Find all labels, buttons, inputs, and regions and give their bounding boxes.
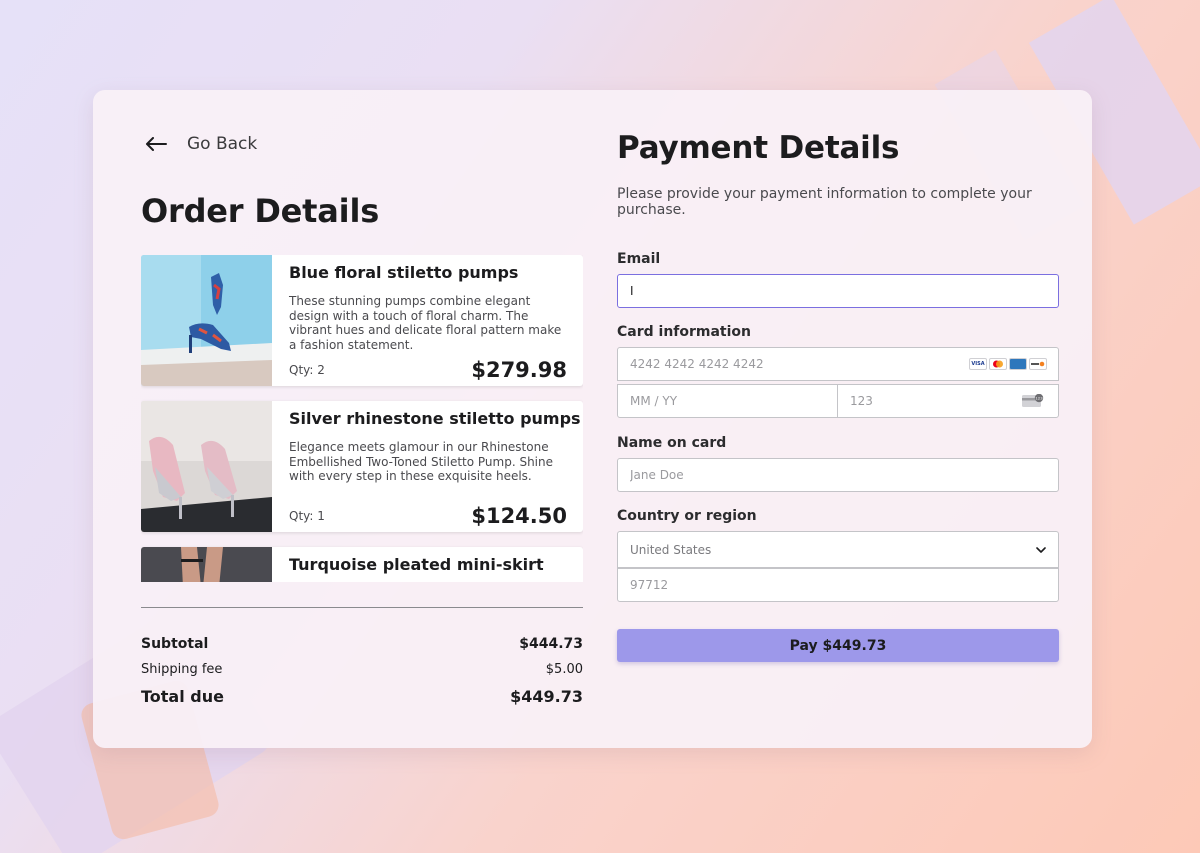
- go-back-button[interactable]: Go Back: [145, 134, 257, 154]
- item-quantity: Qty: 2: [289, 363, 325, 377]
- country-label: Country or region: [617, 508, 757, 524]
- name-on-card-input[interactable]: [617, 458, 1059, 492]
- item-name: Silver rhinestone stiletto pumps: [289, 409, 581, 428]
- order-item: Turquoise pleated mini-skirt: [141, 547, 583, 582]
- order-items-list[interactable]: Blue floral stiletto pumps These stunnin…: [141, 255, 583, 582]
- discover-icon: [1029, 358, 1047, 370]
- country-select[interactable]: United States: [617, 531, 1059, 568]
- shipping-label: Shipping fee: [141, 662, 223, 677]
- payment-details-title: Payment Details: [617, 130, 900, 166]
- subtotal-label: Subtotal: [141, 636, 209, 652]
- chevron-down-icon: [1036, 546, 1046, 553]
- card-brand-icons: VISA: [969, 358, 1047, 370]
- email-label: Email: [617, 251, 661, 267]
- item-price: $279.98: [471, 358, 567, 382]
- shipping-row: Shipping fee $5.00: [141, 662, 583, 677]
- item-price: $124.50: [471, 504, 567, 528]
- summary-divider: [141, 607, 583, 608]
- subtotal-row: Subtotal $444.73: [141, 636, 583, 652]
- checkout-card: Go Back Order Details Blue floral stilet…: [93, 90, 1092, 748]
- amex-icon: [1009, 358, 1027, 370]
- svg-text:123: 123: [1035, 396, 1043, 401]
- email-field[interactable]: [617, 274, 1059, 308]
- total-value: $449.73: [510, 687, 583, 706]
- product-image: [141, 401, 272, 532]
- mastercard-icon: [989, 358, 1007, 370]
- zip-input[interactable]: [617, 568, 1059, 602]
- order-item: Blue floral stiletto pumps These stunnin…: [141, 255, 583, 386]
- country-value: United States: [630, 542, 712, 557]
- item-description: Elegance meets glamour in our Rhinestone…: [289, 440, 553, 483]
- order-details-title: Order Details: [141, 192, 380, 230]
- pay-button[interactable]: Pay $449.73: [617, 629, 1059, 662]
- product-image: [141, 255, 272, 386]
- total-label: Total due: [141, 687, 224, 706]
- arrow-left-icon: [146, 137, 167, 151]
- item-name: Turquoise pleated mini-skirt: [289, 555, 544, 574]
- item-name: Blue floral stiletto pumps: [289, 263, 519, 282]
- shipping-value: $5.00: [545, 662, 583, 677]
- total-row: Total due $449.73: [141, 687, 583, 706]
- cvc-card-icon: 123: [1022, 394, 1043, 407]
- name-on-card-label: Name on card: [617, 435, 727, 451]
- payment-subtitle: Please provide your payment information …: [617, 186, 1032, 218]
- item-quantity: Qty: 1: [289, 509, 325, 523]
- order-item: Silver rhinestone stiletto pumps Eleganc…: [141, 401, 583, 532]
- card-info-label: Card information: [617, 324, 752, 340]
- subtotal-value: $444.73: [519, 636, 583, 652]
- expiry-input[interactable]: [617, 384, 839, 418]
- visa-icon: VISA: [969, 358, 987, 370]
- product-image: [141, 547, 272, 582]
- go-back-label: Go Back: [187, 134, 258, 154]
- item-description: These stunning pumps combine elegant des…: [289, 294, 562, 352]
